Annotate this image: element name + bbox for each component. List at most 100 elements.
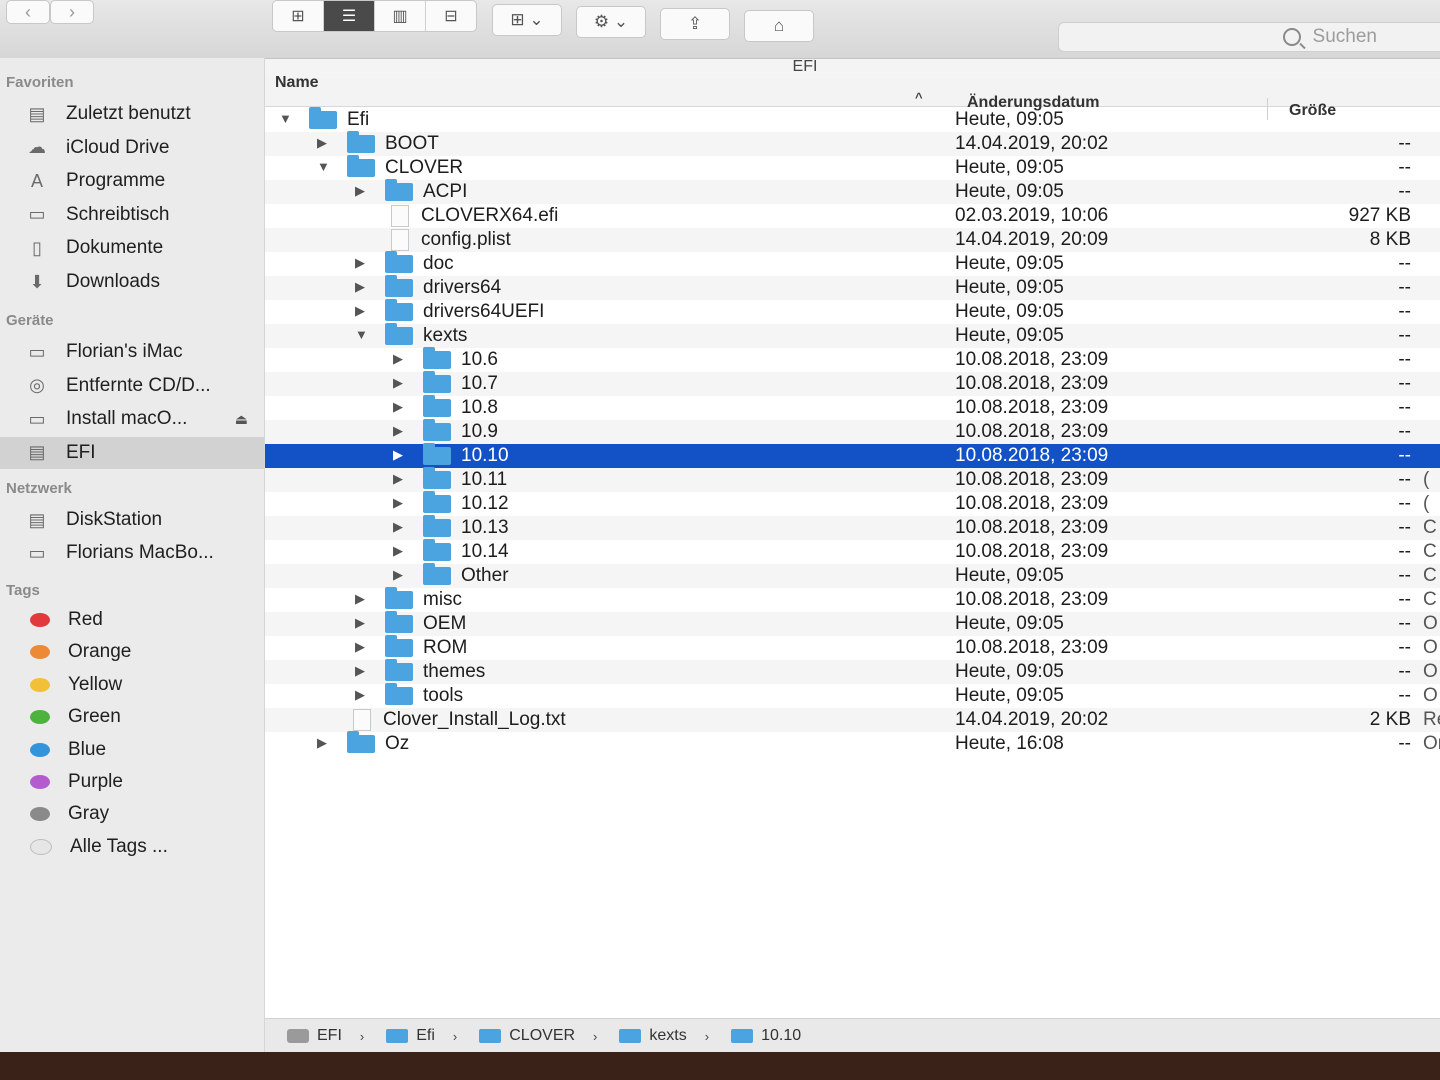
breadcrumb-item[interactable]: CLOVER (479, 1027, 575, 1045)
table-row[interactable]: ▶ 10.7 10.08.2018, 23:09 -- (265, 371, 1440, 396)
table-row[interactable]: ▼ Efi Heute, 09:05 (265, 107, 1440, 132)
gallery-view-button[interactable]: ⊟ (426, 1, 476, 31)
disclosure-collapsed-icon[interactable]: ▶ (355, 303, 365, 319)
column-view-button[interactable]: ▥ (375, 1, 426, 31)
sidebar-item[interactable]: ⬇ Downloads (0, 266, 264, 298)
disclosure-expanded-icon[interactable]: ▼ (317, 159, 330, 174)
sidebar-tag[interactable]: Blue (0, 734, 264, 766)
sidebar-tag[interactable]: Alle Tags ... (0, 831, 264, 863)
disclosure-collapsed-icon[interactable]: ▶ (355, 663, 365, 679)
row-date: 10.08.2018, 23:09 (955, 517, 1109, 538)
arrange-button[interactable]: ⊞ ⌄ (492, 4, 562, 36)
table-row[interactable]: ▶ 10.10 10.08.2018, 23:09 -- (265, 443, 1440, 468)
sidebar-item[interactable]: ▭ Florian's iMac (0, 336, 264, 368)
table-row[interactable]: ▶ 10.6 10.08.2018, 23:09 -- (265, 347, 1440, 372)
disclosure-collapsed-icon[interactable]: ▶ (317, 735, 327, 751)
sidebar-item-label: Florians MacBo... (66, 542, 214, 563)
breadcrumb-item[interactable]: kexts (619, 1027, 687, 1045)
icon-view-button[interactable]: ⊞ (273, 1, 324, 31)
sidebar-tag[interactable]: Yellow (0, 669, 264, 701)
table-row[interactable]: ▶ 10.8 10.08.2018, 23:09 -- (265, 395, 1440, 420)
forward-button[interactable]: › (50, 0, 94, 24)
sidebar-tag[interactable]: Purple (0, 766, 264, 798)
table-row[interactable]: ▶ drivers64UEFI Heute, 09:05 -- (265, 299, 1440, 324)
breadcrumb-item[interactable]: 10.10 (731, 1027, 801, 1045)
sidebar-item[interactable]: ◎ Entfernte CD/D... (0, 370, 264, 402)
table-row[interactable]: ▶ misc 10.08.2018, 23:09 -- C (265, 587, 1440, 612)
sidebar-item[interactable]: ▭ Florians MacBo... (0, 537, 264, 569)
table-row[interactable]: ▶ 10.14 10.08.2018, 23:09 -- C (265, 539, 1440, 564)
table-row[interactable]: CLOVERX64.efi 02.03.2019, 10:06 927 KB (265, 204, 1440, 228)
back-button[interactable]: ‹ (6, 0, 50, 24)
toolbar: ‹ › ⊞ ☰ ▥ ⊟ ⊞ ⌄ ⚙ ⌄ ⇪ ⌂ Suchen (0, 0, 1440, 59)
list-view-button[interactable]: ☰ (324, 1, 375, 31)
table-row[interactable]: config.plist 14.04.2019, 20:09 8 KB (265, 228, 1440, 252)
eject-icon[interactable]: ⏏ (235, 411, 248, 428)
disclosure-expanded-icon[interactable]: ▼ (355, 327, 368, 342)
disclosure-collapsed-icon[interactable]: ▶ (393, 375, 403, 391)
tag-color-dot-icon (30, 807, 50, 822)
breadcrumb-item[interactable]: EFI (287, 1027, 342, 1045)
sidebar-tag[interactable]: Green (0, 701, 264, 733)
table-row[interactable]: ▶ 10.9 10.08.2018, 23:09 -- (265, 419, 1440, 444)
sidebar-tag[interactable]: Gray (0, 798, 264, 830)
table-row[interactable]: ▶ OEM Heute, 09:05 -- O (265, 611, 1440, 636)
disclosure-expanded-icon[interactable]: ▼ (279, 111, 292, 126)
tag-button[interactable]: ⌂ (744, 10, 814, 42)
folder-icon (385, 683, 413, 705)
table-row[interactable]: ▶ ROM 10.08.2018, 23:09 -- O (265, 635, 1440, 660)
column-name[interactable]: Name (275, 74, 319, 92)
action-button[interactable]: ⚙ ⌄ (576, 6, 646, 38)
disclosure-collapsed-icon[interactable]: ▶ (355, 687, 365, 703)
table-row[interactable]: ▶ Other Heute, 09:05 -- C (265, 563, 1440, 588)
disclosure-collapsed-icon[interactable]: ▶ (355, 615, 365, 631)
search-field[interactable]: Suchen (1058, 22, 1440, 52)
row-size: -- (1398, 301, 1411, 322)
table-row[interactable]: ▼ CLOVER Heute, 09:05 -- (265, 155, 1440, 180)
row-size: -- (1398, 325, 1411, 346)
disclosure-collapsed-icon[interactable]: ▶ (393, 447, 403, 463)
disclosure-collapsed-icon[interactable]: ▶ (393, 471, 403, 487)
table-row[interactable]: ▼ kexts Heute, 09:05 -- (265, 323, 1440, 348)
sidebar-tag[interactable]: Orange (0, 636, 264, 668)
sidebar-item[interactable]: A Programme (0, 165, 264, 197)
disclosure-collapsed-icon[interactable]: ▶ (393, 519, 403, 535)
sidebar-item[interactable]: ▭ Schreibtisch (0, 199, 264, 231)
row-name-cell: 10.12 (423, 491, 509, 515)
table-row[interactable]: ▶ 10.11 10.08.2018, 23:09 -- ( (265, 467, 1440, 492)
table-row[interactable]: ▶ BOOT 14.04.2019, 20:02 -- (265, 131, 1440, 156)
table-row[interactable]: ▶ tools Heute, 09:05 -- O (265, 683, 1440, 708)
disclosure-collapsed-icon[interactable]: ▶ (355, 279, 365, 295)
folder-icon (347, 731, 375, 753)
table-row[interactable]: ▶ 10.13 10.08.2018, 23:09 -- C (265, 515, 1440, 540)
sidebar-item[interactable]: ▤ EFI (0, 436, 264, 469)
table-row[interactable]: ▶ drivers64 Heute, 09:05 -- (265, 275, 1440, 300)
table-row[interactable]: Clover_Install_Log.txt 14.04.2019, 20:02 2… (265, 708, 1440, 732)
sidebar-item[interactable]: ▭ Install macO... ⏏ (0, 403, 264, 435)
share-button[interactable]: ⇪ (660, 8, 730, 40)
table-row[interactable]: ▶ Oz Heute, 16:08 -- Or (265, 731, 1440, 756)
disclosure-collapsed-icon[interactable]: ▶ (355, 639, 365, 655)
disclosure-collapsed-icon[interactable]: ▶ (355, 183, 365, 199)
row-kind: O (1423, 661, 1438, 682)
disclosure-collapsed-icon[interactable]: ▶ (317, 135, 327, 151)
breadcrumb-item[interactable]: Efi (386, 1027, 435, 1045)
disclosure-collapsed-icon[interactable]: ▶ (355, 255, 365, 271)
disclosure-collapsed-icon[interactable]: ▶ (393, 567, 403, 583)
disclosure-collapsed-icon[interactable]: ▶ (393, 495, 403, 511)
sidebar-item[interactable]: ☁ iCloud Drive (0, 132, 264, 164)
sidebar-item[interactable]: ▤ DiskStation (0, 504, 264, 536)
disclosure-collapsed-icon[interactable]: ▶ (393, 423, 403, 439)
sidebar-item[interactable]: ▤ Zuletzt benutzt (0, 98, 264, 130)
table-row[interactable]: ▶ doc Heute, 09:05 -- (265, 251, 1440, 276)
sidebar-tag[interactable]: Red (0, 604, 264, 636)
disclosure-collapsed-icon[interactable]: ▶ (393, 399, 403, 415)
table-row[interactable]: ▶ themes Heute, 09:05 -- O (265, 659, 1440, 684)
disclosure-collapsed-icon[interactable]: ▶ (355, 591, 365, 607)
disclosure-collapsed-icon[interactable]: ▶ (393, 351, 403, 367)
table-row[interactable]: ▶ 10.12 10.08.2018, 23:09 -- ( (265, 491, 1440, 516)
table-row[interactable]: ▶ ACPI Heute, 09:05 -- (265, 179, 1440, 204)
tag-icon: ⌂ (773, 16, 785, 35)
sidebar-item[interactable]: ▯ Dokumente (0, 232, 264, 264)
disclosure-collapsed-icon[interactable]: ▶ (393, 543, 403, 559)
